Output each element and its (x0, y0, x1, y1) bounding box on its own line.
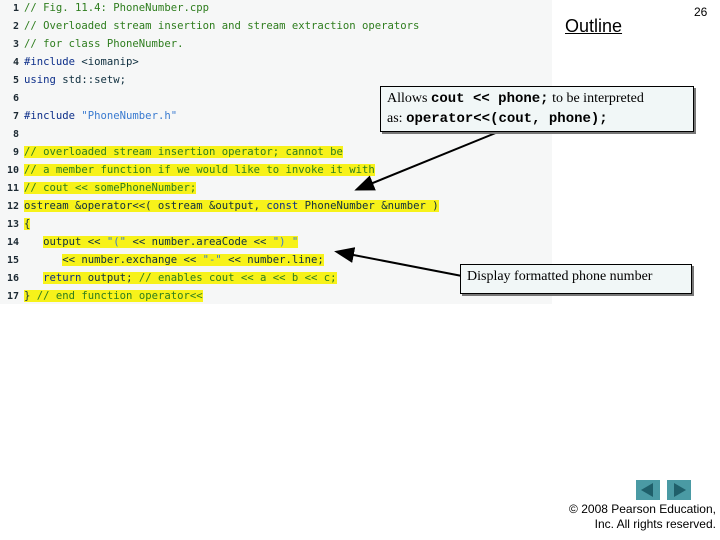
code-line: 14 output << "(" << number.areaCode << "… (0, 233, 299, 251)
line-number: 7 (12, 111, 19, 122)
code-token: // Fig. 11.4: PhoneNumber.cpp (24, 2, 209, 14)
line-number: 12 (6, 201, 19, 212)
code-listing: 1 // Fig. 11.4: PhoneNumber.cpp 2 // Overlo… (0, 0, 552, 304)
code-text: #include <iomanip> (24, 56, 139, 68)
line-number: 10 (6, 165, 19, 176)
code-line: 6 (0, 89, 24, 107)
code-token: // Overloaded stream insertion and strea… (24, 20, 420, 32)
callout-line-2: as: operator<<(cout, phone); (387, 111, 608, 127)
code-text: // overloaded stream insertion operator;… (24, 146, 343, 158)
code-token: // overloaded stream insertion operator;… (24, 146, 343, 158)
code-text: // cout << somePhoneNumber; (24, 182, 197, 194)
code-text: // for class PhoneNumber. (24, 38, 183, 50)
code-line: 17} // end function operator<< (0, 287, 203, 305)
code-line: 13 { (0, 215, 31, 233)
code-token: using (24, 74, 63, 86)
code-token: // cout << somePhoneNumber; (24, 182, 197, 194)
code-token: <iomanip> (81, 56, 139, 68)
code-token: // a member function if we would like to… (24, 164, 375, 176)
code-snippet: operator<<(cout, phone); (406, 111, 608, 127)
line-number: 14 (6, 237, 19, 248)
line-number: 8 (12, 129, 19, 140)
outline-link[interactable]: Outline (565, 16, 622, 37)
code-text: // Fig. 11.4: PhoneNumber.cpp (24, 2, 209, 14)
line-number: 15 (6, 255, 19, 266)
code-token: std::setw; (62, 74, 127, 86)
next-slide-button[interactable] (667, 480, 691, 500)
code-token: << number.exchange << (62, 254, 203, 266)
line-number: 6 (12, 93, 19, 104)
code-token: ") " (272, 236, 299, 248)
code-line: 8 (0, 125, 24, 143)
code-token: PhoneNumber &number ) (304, 200, 439, 212)
code-token: // end function operator<< (36, 290, 203, 302)
line-number: 3 (12, 39, 19, 50)
code-token: output; (87, 272, 139, 284)
triangle-right-icon (674, 483, 686, 497)
line-number: 9 (12, 147, 19, 158)
code-text: { (24, 218, 31, 230)
code-text: // a member function if we would like to… (24, 164, 375, 176)
code-token: #include (24, 56, 82, 68)
code-line: 16 return output; // enables cout << a <… (0, 269, 337, 287)
code-text: output << "(" << number.areaCode << ") " (43, 236, 299, 248)
code-text: return output; // enables cout << a << b… (43, 272, 337, 284)
code-token: ostream &operator<<( ostream &output, (24, 200, 267, 212)
code-token: #include (24, 110, 82, 122)
code-token: << number.line; (221, 254, 324, 266)
code-token: "PhoneNumber.h" (81, 110, 178, 122)
code-token: // enables cout << a << b << c; (138, 272, 337, 284)
code-token: const (266, 200, 305, 212)
code-token: // for class PhoneNumber. (24, 38, 184, 50)
page-number: 26 (694, 5, 708, 19)
line-number: 1 (12, 3, 19, 14)
line-number: 17 (6, 291, 19, 302)
code-text: } // end function operator<< (24, 290, 203, 302)
line-number: 4 (12, 57, 19, 68)
code-line: 4 #include <iomanip> (0, 53, 139, 71)
code-text: using std::setw; (24, 74, 126, 86)
code-line: 7 #include "PhoneNumber.h" (0, 107, 177, 125)
code-text: // Overloaded stream insertion and strea… (24, 20, 419, 32)
line-number: 16 (6, 273, 19, 284)
code-line: 10 // a member function if we would like … (0, 161, 375, 179)
callout-operator-explanation: Allows cout << phone; to be interpreted … (380, 86, 694, 132)
line-number: 2 (12, 21, 19, 32)
code-line: 3 // for class PhoneNumber. (0, 35, 183, 53)
copyright-notice: © 2008 Pearson Education, Inc. All right… (569, 502, 716, 531)
code-snippet: cout << phone; (430, 91, 549, 107)
code-token: "(" (106, 236, 127, 248)
code-token: << number.areaCode << (126, 236, 273, 248)
line-number: 11 (6, 183, 19, 194)
code-text: << number.exchange << "-" << number.line… (62, 254, 324, 266)
code-line: 15 << number.exchange << "-" << number.l… (0, 251, 324, 269)
code-line: 11 // cout << somePhoneNumber; (0, 179, 197, 197)
code-token: return (43, 272, 88, 284)
code-token: } (24, 290, 37, 302)
triangle-left-icon (641, 483, 653, 497)
code-token: { (24, 218, 31, 230)
code-line: 9 // overloaded stream insertion operator… (0, 143, 343, 161)
code-token: output << (43, 236, 107, 248)
line-number: 5 (12, 75, 19, 86)
callout-line-1: Allows cout << phone; to be interpreted (387, 91, 644, 107)
callout-display-phone: Display formatted phone number (460, 264, 692, 294)
code-line: 12 ostream &operator<<( ostream &output, … (0, 197, 439, 215)
code-token: "-" (202, 254, 222, 266)
code-line: 2 // Overloaded stream insertion and stre… (0, 17, 419, 35)
previous-slide-button[interactable] (636, 480, 660, 500)
code-text: ostream &operator<<( ostream &output, co… (24, 200, 439, 212)
line-number: 13 (6, 219, 19, 230)
code-line: 1 // Fig. 11.4: PhoneNumber.cpp (0, 0, 209, 17)
code-line: 5 using std::setw; (0, 71, 126, 89)
code-text: #include "PhoneNumber.h" (24, 110, 177, 122)
